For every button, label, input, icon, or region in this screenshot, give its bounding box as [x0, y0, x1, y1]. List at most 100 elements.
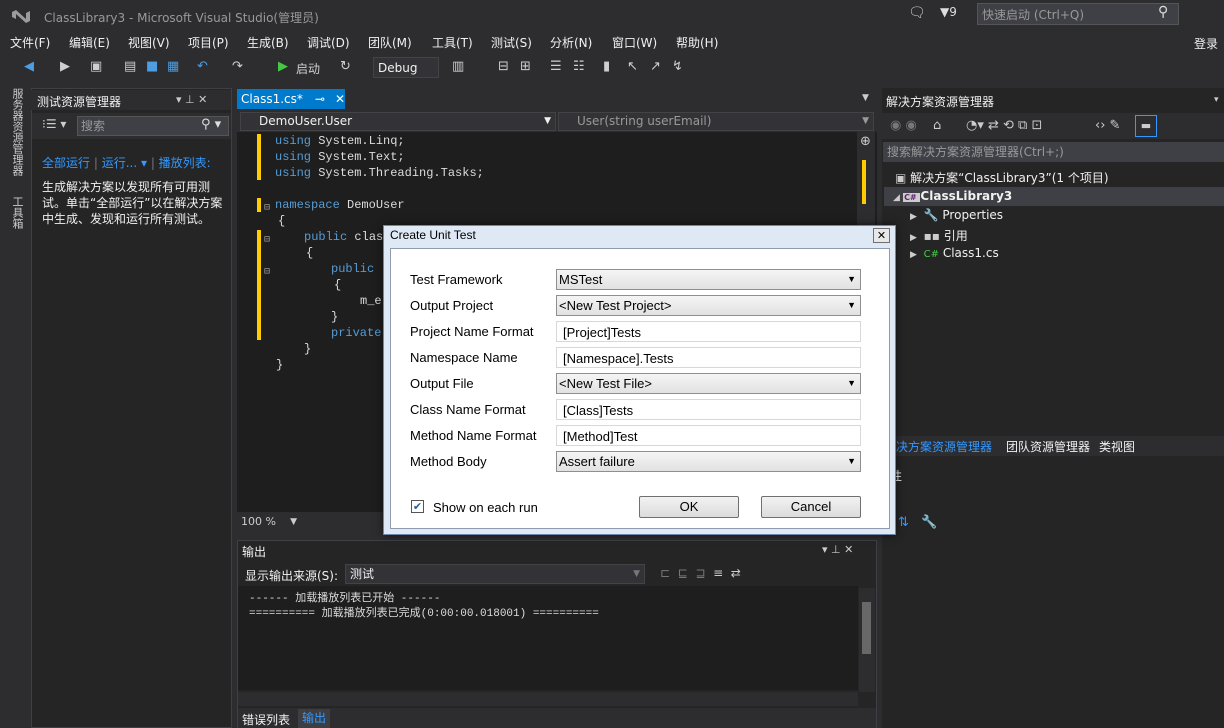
menu-edit[interactable]: 编辑(E) [69, 34, 110, 51]
tab-label: Class1.cs* [241, 92, 303, 106]
solution-explorer-title: 解决方案资源管理器 [886, 95, 995, 109]
menu-file[interactable]: 文件(F) [10, 34, 50, 51]
close-icon[interactable]: ✕ [335, 92, 345, 106]
group-by-icon[interactable]: ⁝☰ ▾ [42, 117, 66, 131]
class1-node[interactable]: ▶ C# Class1.cs [910, 246, 999, 260]
notification-icon[interactable]: 🗨 [908, 5, 926, 21]
namespace-name-input[interactable]: [Namespace].Tests [556, 347, 861, 368]
references-label: 引用 [943, 229, 968, 243]
menu-window[interactable]: 窗口(W) [612, 34, 657, 51]
back-icon[interactable]: ◉ ◉ [890, 118, 917, 133]
redo-icon[interactable]: ↷ [232, 59, 243, 74]
collapse-all-icon[interactable]: ▬ [1135, 115, 1157, 137]
search-icon[interactable]: ⚲ ▾ [201, 117, 221, 132]
class-name-format-input[interactable]: [Class]Tests [556, 399, 861, 420]
cancel-button[interactable]: Cancel [761, 496, 861, 518]
output-file-select[interactable]: <New Test File> ▼ [556, 373, 861, 394]
chevron-down-icon[interactable]: ▾ [1214, 95, 1219, 105]
tab-team-explorer[interactable]: 团队资源管理器 [1006, 438, 1090, 455]
run-link[interactable]: 运行... [102, 156, 137, 170]
project-name-format-input[interactable]: [Project]Tests [556, 321, 861, 342]
menu-help[interactable]: 帮助(H) [676, 34, 718, 51]
tab-class1-cs[interactable]: Class1.cs* ⊸ ✕ [237, 89, 345, 109]
zoom-select[interactable]: 100 % ▼ [237, 513, 301, 531]
collapse-icon[interactable]: ⊟ [264, 234, 270, 246]
panel-controls[interactable]: ▾ ⊥ ✕ [822, 543, 853, 556]
tab-list-dropdown-icon[interactable]: ▼ [862, 93, 869, 103]
search-icon[interactable]: ⚲ [1158, 4, 1168, 20]
menu-build[interactable]: 生成(B) [247, 34, 289, 51]
method-name-format-input[interactable]: [Method]Test [556, 425, 861, 446]
type-navigation-select[interactable]: DemoUser.User ▼ [240, 112, 556, 131]
login-link[interactable]: 登录 [1194, 35, 1218, 52]
tab-solution-explorer[interactable]: 决方案资源管理器 [896, 438, 992, 455]
refresh-icon[interactable]: ↻ [340, 59, 351, 74]
save-all-icon[interactable]: ▦ [167, 59, 179, 74]
clear-bookmark-icon[interactable]: ↯ [672, 59, 683, 74]
output-tool-icons[interactable]: ⊏ ⊑ ⊒ ≡ ⇄ [660, 566, 741, 580]
start-icon[interactable]: ▶ [278, 59, 288, 74]
new-project-icon[interactable]: ▣ [90, 59, 102, 74]
references-node[interactable]: ▶ ▪▪ 引用 [910, 227, 968, 244]
tab-error-list[interactable]: 错误列表 [242, 711, 290, 728]
server-explorer-tab[interactable]: 服务器资源管理器 [9, 88, 25, 176]
comment-icon[interactable]: ☰ [550, 59, 562, 74]
align-icon[interactable]: ⊟ [498, 59, 509, 74]
playlist-link[interactable]: 播放列表: [159, 156, 211, 170]
save-icon[interactable]: ■ [146, 59, 158, 74]
panel-controls[interactable]: ▾ ⊥ ✕ [176, 93, 207, 106]
forward-icon[interactable]: ▶ [60, 59, 70, 74]
pin-icon[interactable]: ⊸ [315, 92, 325, 106]
type-navigation-value: DemoUser.User [259, 114, 353, 128]
sync-icon[interactable]: ◔▾ ⇄ ⟲ ⧉ ⊡ [966, 118, 1042, 133]
start-button[interactable]: 启动 [296, 60, 320, 77]
collapse-icon[interactable]: ⊟ [264, 266, 270, 278]
find-icon[interactable]: ▥ [452, 59, 464, 74]
run-all-link[interactable]: 全部运行 [42, 156, 90, 170]
split-icon[interactable]: ⊕ [860, 134, 871, 149]
sort-icon[interactable]: ⇅ 🔧 [898, 515, 937, 530]
collapse-icon[interactable]: ⊟ [264, 202, 270, 214]
undo-icon[interactable]: ↶ [197, 59, 208, 74]
bookmark-icon[interactable]: ▮ [603, 59, 610, 74]
chevron-down-icon[interactable]: ▾ [137, 156, 151, 170]
tab-output[interactable]: 输出 [298, 709, 331, 728]
show-on-each-run-checkbox[interactable]: ✔ [411, 500, 424, 513]
configuration-select[interactable]: Debug [373, 57, 439, 78]
feedback-filter[interactable]: ▼9 [940, 5, 957, 19]
menu-analyze[interactable]: 分析(N) [550, 34, 592, 51]
ok-button[interactable]: OK [639, 496, 739, 518]
toolbox-tab[interactable]: 工具箱 [9, 196, 25, 229]
tab-class-view[interactable]: 类视图 [1099, 438, 1135, 455]
next-bookmark-icon[interactable]: ↗ [650, 59, 661, 74]
test-explorer-title: 测试资源管理器 [37, 95, 122, 109]
test-framework-select[interactable]: MSTest ▼ [556, 269, 861, 290]
member-navigation-select[interactable]: User(string userEmail) ▼ [558, 112, 874, 131]
menu-debug[interactable]: 调试(D) [307, 34, 350, 51]
menu-view[interactable]: 视图(V) [128, 34, 170, 51]
output-scroll-thumb[interactable] [862, 602, 871, 654]
output-hscrollbar[interactable] [238, 692, 858, 706]
menu-tools[interactable]: 工具(T) [432, 34, 473, 51]
properties-node[interactable]: ▶ 🔧 Properties [910, 208, 1003, 222]
layout-icon[interactable]: ⊞ [520, 59, 531, 74]
solution-node[interactable]: ▣ 解决方案“ClassLibrary3”(1 个项目) [895, 169, 1109, 186]
method-body-select[interactable]: Assert failure ▼ [556, 451, 861, 472]
prev-bookmark-icon[interactable]: ↖ [627, 59, 638, 74]
chevron-down-icon: ▼ [847, 456, 856, 466]
open-file-icon[interactable]: ▤ [124, 59, 136, 74]
output-source-select[interactable]: 测试 ▼ [345, 564, 645, 584]
uncomment-icon[interactable]: ☷ [573, 59, 585, 74]
project-node[interactable]: ◢ C# ClassLibrary3 [893, 189, 1012, 203]
menu-test[interactable]: 测试(S) [491, 34, 532, 51]
code-view-icon[interactable]: ‹› ✎ [1095, 118, 1120, 133]
menu-team[interactable]: 团队(M) [368, 34, 412, 51]
home-icon[interactable]: ⌂ [933, 118, 941, 133]
code-line: using System.Threading.Tasks; [275, 166, 484, 180]
close-icon[interactable]: ✕ [873, 228, 890, 243]
back-icon[interactable]: ◀ [24, 59, 34, 74]
output-project-select[interactable]: <New Test Project> ▼ [556, 295, 861, 316]
quick-launch-input[interactable]: 快速启动 (Ctrl+Q) [977, 3, 1179, 25]
menu-project[interactable]: 项目(P) [188, 34, 229, 51]
solution-search-input[interactable]: 搜索解决方案资源管理器(Ctrl+;) [883, 142, 1224, 162]
